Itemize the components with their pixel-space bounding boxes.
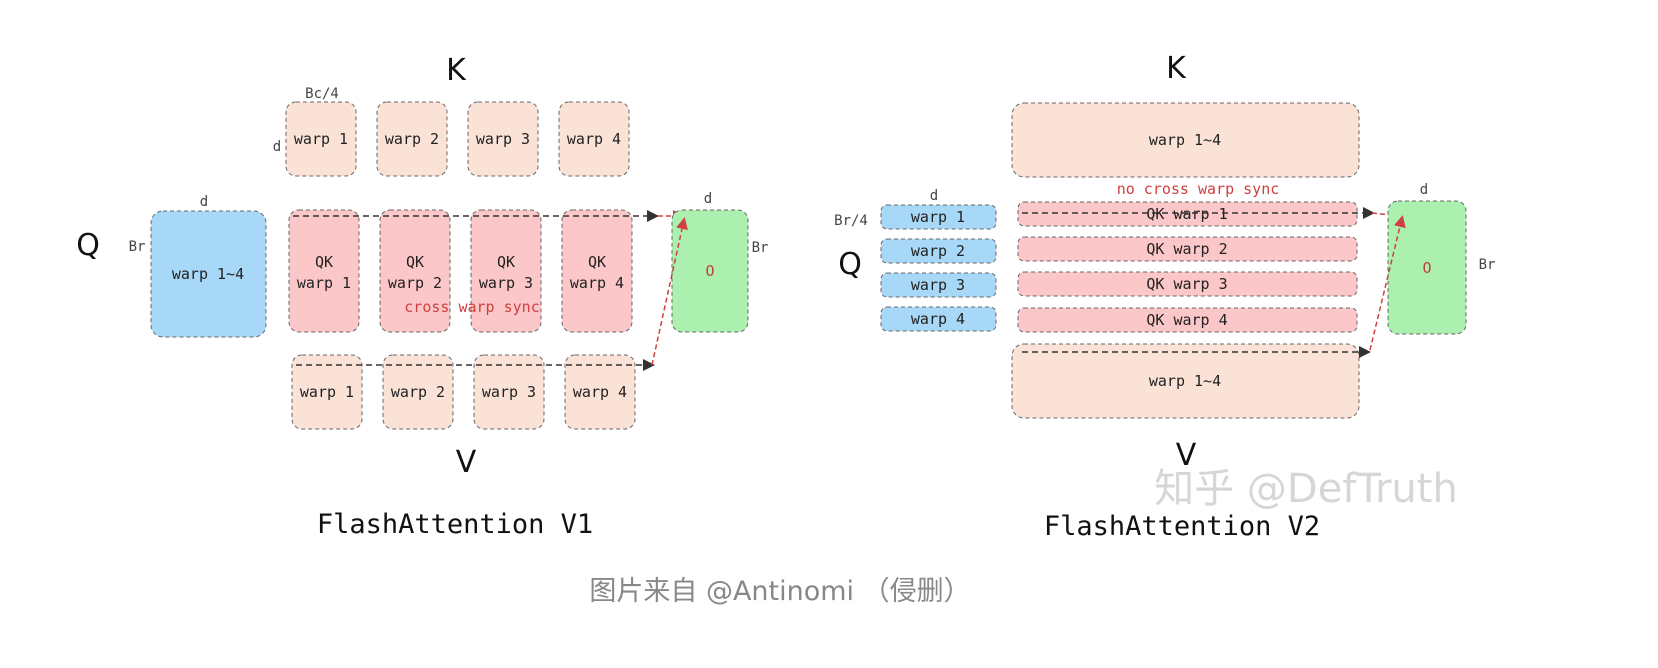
watermark: 知乎 @DefTruth xyxy=(1154,466,1458,512)
v1-bc-label: Bc/4 xyxy=(305,86,339,102)
v2-o-label: O xyxy=(1422,259,1431,277)
v1-v-warp-3: warp 3 xyxy=(482,383,536,401)
v1-qk-4-top: QK xyxy=(588,253,606,271)
flashattention-diagram: K Bc/4 d warp 1 warp 2 warp 3 warp 4 Q d… xyxy=(76,51,1495,607)
v2-q-warp-3: warp 3 xyxy=(911,276,965,294)
v1-o-label: O xyxy=(705,262,714,280)
v2-q-warp-2: warp 2 xyxy=(911,242,965,260)
v1-v-warp-1: warp 1 xyxy=(300,383,354,401)
v2-qk-rows: QK warp 1 QK warp 2 QK warp 3 QK warp 4 xyxy=(1017,201,1358,333)
v2-q-warps: warp 1 warp 2 warp 3 warp 4 xyxy=(880,204,997,332)
image-caption: 图片来自 @Antinomi （侵删） xyxy=(589,576,970,607)
v1-qk-4-box xyxy=(561,209,633,333)
v1-qk-1-box xyxy=(288,209,360,333)
v2-k-block-label: warp 1~4 xyxy=(1149,131,1221,149)
v1-k-warp-3: warp 3 xyxy=(476,130,530,148)
v1-k-warp-2: warp 2 xyxy=(385,130,439,148)
v2-v-block-label: warp 1~4 xyxy=(1149,372,1221,390)
v1-q-label: Q xyxy=(76,228,100,263)
v1-k-label: K xyxy=(446,53,467,88)
v1-o-br-label: Br xyxy=(752,240,769,256)
v1-qk-1-top: QK xyxy=(315,253,333,271)
v1-qk-2-top: QK xyxy=(406,253,424,271)
v2-sync-label: no cross warp sync xyxy=(1117,180,1280,198)
v1-q-br-label: Br xyxy=(129,239,146,255)
v1-qk-3-top: QK xyxy=(497,253,515,271)
v1-q-d-label: d xyxy=(200,194,208,210)
v2-qk-2: QK warp 2 xyxy=(1146,240,1227,258)
v2-q-label: Q xyxy=(838,247,862,282)
v2-diagram: K warp 1~4 no cross warp sync Q d Br/4 w… xyxy=(834,51,1495,542)
v1-qk-3-bottom: warp 3 xyxy=(479,274,533,292)
v2-qk-3: QK warp 3 xyxy=(1146,275,1227,293)
v2-q-warp-4: warp 4 xyxy=(911,310,965,328)
v1-sync-label: cross warp sync xyxy=(404,298,539,316)
v2-qk-4: QK warp 4 xyxy=(1146,311,1227,329)
v1-k-d-label: d xyxy=(273,139,281,155)
v2-o-d-label: d xyxy=(1420,182,1428,198)
v1-k-warps: warp 1 warp 2 warp 3 warp 4 xyxy=(285,101,630,177)
v1-v-label: V xyxy=(456,445,477,480)
v1-v-warp-2: warp 2 xyxy=(391,383,445,401)
v2-title: FlashAttention V2 xyxy=(1044,511,1320,542)
v2-brq-label: Br/4 xyxy=(834,213,868,229)
v2-o-br-label: Br xyxy=(1479,257,1496,273)
v1-title: FlashAttention V1 xyxy=(317,509,593,540)
v1-qk-4-bottom: warp 4 xyxy=(570,274,624,292)
v1-o-d-label: d xyxy=(704,191,712,207)
v1-qk-1-bottom: warp 1 xyxy=(297,274,351,292)
v1-k-warp-1: warp 1 xyxy=(294,130,348,148)
v1-v-warp-4: warp 4 xyxy=(573,383,627,401)
v2-q-warp-1: warp 1 xyxy=(911,208,965,226)
v2-k-label: K xyxy=(1166,51,1187,86)
v1-k-warp-4: warp 4 xyxy=(567,130,621,148)
v1-qk-2-bottom: warp 2 xyxy=(388,274,442,292)
v1-v-warps: warp 1 warp 2 warp 3 warp 4 xyxy=(291,354,636,430)
v2-q-d-label: d xyxy=(930,188,938,204)
v1-q-block-label: warp 1~4 xyxy=(172,265,244,283)
v1-diagram: K Bc/4 d warp 1 warp 2 warp 3 warp 4 Q d… xyxy=(76,53,768,540)
v2-qk-1: QK warp 1 xyxy=(1146,205,1227,223)
